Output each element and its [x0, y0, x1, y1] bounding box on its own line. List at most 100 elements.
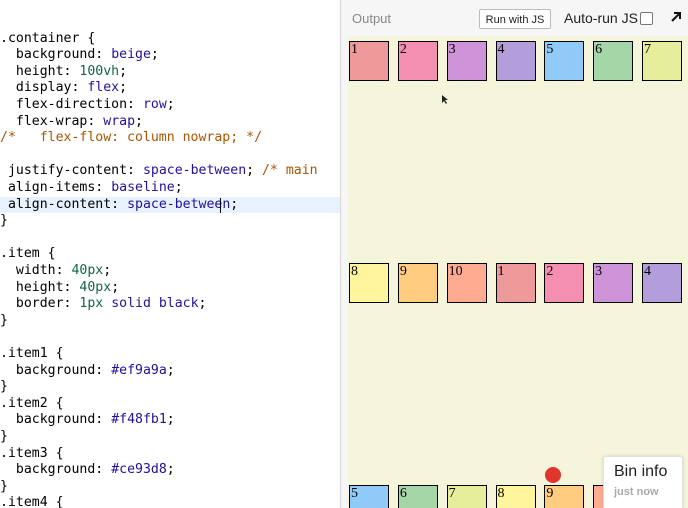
- auto-run-js-checkbox[interactable]: [640, 12, 653, 25]
- mouse-pointer-icon: [442, 95, 448, 104]
- code-line[interactable]: }: [0, 313, 340, 330]
- code-token: space-between: [127, 196, 231, 212]
- flex-item: 9: [397, 263, 438, 303]
- output-label: Output: [352, 11, 392, 26]
- code-token: /* main: [262, 163, 318, 179]
- code-token: wrap: [103, 113, 136, 129]
- code-token: ;: [166, 362, 175, 378]
- code-line[interactable]: .item2 {: [0, 396, 340, 413]
- code-token: ;: [166, 412, 175, 428]
- code-token: flex: [87, 80, 120, 96]
- code-line[interactable]: width: 40px;: [0, 263, 340, 280]
- code-line[interactable]: background: #ef9a9a;: [0, 363, 340, 380]
- code-line[interactable]: .item3 {: [0, 446, 340, 463]
- code-token: .item4 {: [0, 495, 64, 508]
- code-token: :: [95, 179, 112, 195]
- code-token: }: [0, 312, 8, 328]
- code-line[interactable]: align-items: baseline;: [0, 180, 340, 197]
- auto-run-js-label[interactable]: Auto-run JS: [564, 10, 638, 26]
- flex-item: 1: [495, 263, 536, 303]
- flex-item: 5: [544, 41, 585, 81]
- flex-item: 3: [593, 263, 634, 303]
- code-token: solid black: [111, 296, 199, 312]
- flex-item: 7: [446, 485, 487, 508]
- code-line[interactable]: .item4 {: [0, 495, 340, 508]
- code-token: ;: [198, 296, 207, 312]
- code-line[interactable]: align-content: space-between;: [0, 196, 340, 214]
- code-line[interactable]: [0, 147, 340, 164]
- expand-arrow-icon[interactable]: [668, 9, 684, 25]
- code-line[interactable]: justify-content: space-between; /* main: [0, 163, 340, 180]
- code-token: align-content: [7, 196, 112, 212]
- flex-item: 10: [446, 263, 487, 303]
- flex-item: 1: [349, 41, 389, 81]
- code-line[interactable]: }: [0, 213, 340, 230]
- code-line[interactable]: .item1 {: [0, 346, 340, 363]
- code-token: :: [63, 63, 80, 79]
- flex-item: 6: [397, 485, 438, 508]
- code-token: .item2 {: [0, 395, 64, 411]
- code-line[interactable]: }: [0, 479, 340, 496]
- code-token: ;: [166, 96, 175, 112]
- code-line[interactable]: [0, 230, 340, 247]
- code-token: row: [142, 96, 167, 112]
- code-token: .item {: [0, 246, 56, 262]
- code-token: ;: [174, 179, 183, 195]
- css-code-editor[interactable]: .container { background: beige; height: …: [0, 0, 340, 508]
- code-token: :: [127, 163, 143, 179]
- output-render-area: 1 2 3 4 5 6 7 8 9 10 1 2 3 4 5 6 7 8 9: [348, 36, 688, 508]
- code-line[interactable]: border: 1px solid black;: [0, 296, 340, 313]
- code-line[interactable]: [0, 329, 340, 346]
- flex-item: 8: [349, 263, 389, 303]
- code-token: .container {: [0, 30, 96, 46]
- run-with-js-button[interactable]: Run with JS: [479, 9, 551, 29]
- bin-info-title: Bin info: [614, 463, 668, 480]
- code-token: #ef9a9a: [111, 362, 167, 378]
- code-token: .item1 {: [0, 345, 64, 361]
- code-token: height: [15, 279, 64, 295]
- code-line[interactable]: height: 100vh;: [0, 64, 340, 81]
- code-token: width: [15, 262, 56, 278]
- code-line[interactable]: }: [0, 379, 340, 396]
- code-token: 100vh: [79, 63, 120, 79]
- code-token: /* flex-flow: column nowrap; */: [0, 130, 263, 146]
- code-token: flex-wrap: [15, 113, 88, 129]
- code-token: :: [127, 96, 143, 112]
- code-token: }: [0, 379, 8, 395]
- code-token: 40px: [79, 279, 112, 295]
- flex-item: 3: [446, 41, 487, 81]
- bin-info-badge[interactable]: Bin info just now: [603, 456, 683, 508]
- code-token: ;: [150, 47, 159, 63]
- code-line[interactable]: .item {: [0, 246, 340, 263]
- code-token: flex-direction: [15, 96, 128, 112]
- code-line[interactable]: display: flex;: [0, 80, 340, 97]
- code-token: :: [55, 262, 72, 278]
- code-line[interactable]: }: [0, 429, 340, 446]
- code-line[interactable]: height: 40px;: [0, 280, 340, 297]
- code-token: background: [15, 412, 96, 428]
- flex-item: 6: [593, 41, 634, 81]
- code-line[interactable]: .container {: [0, 31, 340, 48]
- code-token: background: [15, 47, 96, 63]
- code-line[interactable]: flex-wrap: wrap;: [0, 114, 340, 131]
- code-token: :: [111, 196, 128, 212]
- code-token: background: [15, 362, 96, 378]
- code-token: ;: [166, 462, 175, 478]
- code-line[interactable]: /* flex-flow: column nowrap; */: [0, 130, 340, 147]
- flex-item: 7: [642, 41, 682, 81]
- code-line[interactable]: flex-direction: row;: [0, 97, 340, 114]
- code-line[interactable]: background: #ce93d8;: [0, 462, 340, 479]
- code-token: .item3 {: [0, 445, 64, 461]
- code-line[interactable]: background: beige;: [0, 47, 340, 64]
- flex-item: 8: [495, 485, 536, 508]
- code-token: }: [0, 428, 8, 444]
- code-line[interactable]: background: #f48fb1;: [0, 412, 340, 429]
- flex-item: 4: [642, 263, 682, 303]
